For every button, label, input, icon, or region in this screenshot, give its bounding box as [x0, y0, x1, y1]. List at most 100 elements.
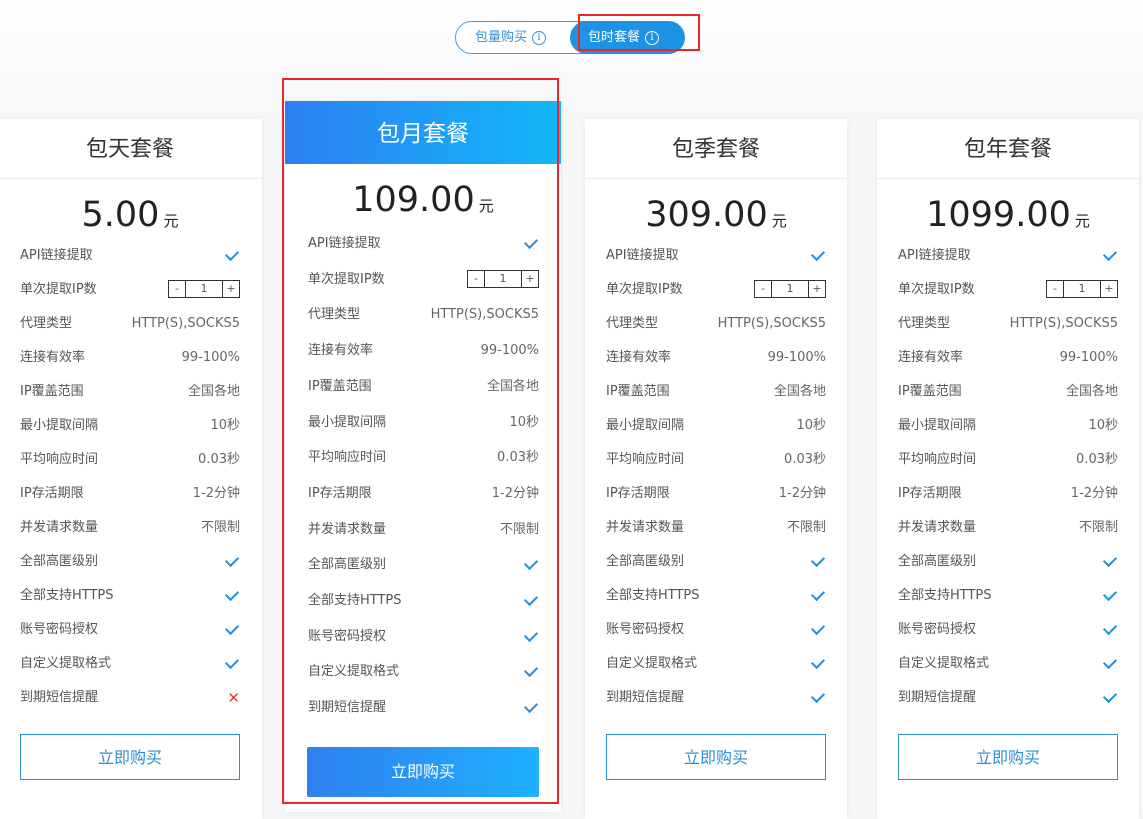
feature-label: 全部高匿级别 — [898, 554, 977, 569]
tab-time-package[interactable]: 包时套餐 i — [570, 21, 685, 54]
feature-row: 最小提取间隔 10秒 — [20, 416, 240, 436]
feature-row: 连接有效率 99-100% — [20, 348, 240, 368]
ip-quantity-stepper[interactable]: -1 + — [1046, 280, 1118, 298]
feature-row: 账号密码授权 — [308, 627, 539, 647]
feature-label: IP存活期限 — [606, 486, 670, 501]
feature-label: 全部支持HTTPS — [308, 593, 402, 608]
feature-label: 账号密码授权 — [898, 622, 977, 637]
feature-label: IP覆盖范围 — [308, 378, 372, 394]
feature-value: 不限制 — [1078, 520, 1118, 535]
feature-label: 全部高匿级别 — [308, 557, 387, 573]
plan-title: 包月套餐 — [285, 101, 561, 164]
feature-row: 平均响应时间 0.03秒 — [606, 450, 826, 470]
feature-row: 单次提取IP数 -1 + — [898, 280, 1118, 300]
feature-label: 连接有效率 — [20, 350, 86, 365]
feature-label: IP存活期限 — [20, 486, 84, 501]
tab-quantity-purchase[interactable]: 包量购买 i — [456, 21, 571, 54]
decrement-button[interactable]: - — [169, 281, 186, 297]
buy-now-button[interactable]: 立即购买 — [606, 734, 826, 780]
check-icon — [224, 586, 240, 602]
check-icon — [523, 663, 539, 678]
buy-now-button[interactable]: 立即购买 — [898, 734, 1118, 780]
feature-row: 并发请求数量 不限制 — [898, 518, 1118, 538]
feature-row: 连接有效率 99-100% — [898, 348, 1118, 368]
check-icon — [1102, 246, 1118, 262]
quantity-value[interactable]: 1 — [1064, 281, 1100, 297]
feature-label: 并发请求数量 — [606, 520, 685, 535]
feature-row: 最小提取间隔 10秒 — [308, 413, 539, 433]
feature-label: 全部支持HTTPS — [20, 588, 114, 603]
feature-label: 并发请求数量 — [898, 520, 977, 535]
feature-row: 全部高匿级别 — [898, 552, 1118, 572]
feature-label: 到期短信提醒 — [20, 690, 99, 705]
info-icon[interactable]: i — [532, 31, 547, 45]
quantity-value[interactable]: 1 — [485, 271, 521, 287]
feature-label: 全部支持HTTPS — [606, 588, 700, 603]
buy-now-button[interactable]: 立即购买 — [20, 734, 240, 780]
price-value: 1099.00 — [926, 195, 1071, 235]
feature-value: 全国各地 — [773, 384, 826, 399]
feature-value: 99-100% — [767, 350, 826, 365]
feature-row: 并发请求数量 不限制 — [308, 520, 539, 540]
feature-label: 最小提取间隔 — [308, 414, 387, 430]
feature-value: 0.03秒 — [1076, 452, 1118, 467]
feature-row: 并发请求数量 不限制 — [606, 518, 826, 538]
ip-quantity-stepper[interactable]: -1 + — [168, 280, 240, 298]
feature-label: 代理类型 — [898, 316, 951, 331]
feature-label: 并发请求数量 — [308, 521, 387, 537]
increment-button[interactable]: + — [521, 270, 538, 287]
plan-card-quarterly: 包季套餐 309.00 元 API链接提取 单次提取IP数 -1 + 代理类型 HTTP(S),… — [585, 119, 847, 819]
feature-row: 自定义提取格式 — [308, 662, 539, 682]
feature-value: 不限制 — [499, 521, 539, 537]
buy-now-button[interactable]: 立即购买 — [307, 747, 539, 797]
feature-label: 全部支持HTTPS — [898, 588, 992, 603]
feature-value: 99-100% — [1059, 350, 1118, 365]
info-icon[interactable]: i — [645, 31, 660, 45]
quantity-value[interactable]: 1 — [186, 281, 222, 297]
feature-label: IP覆盖范围 — [20, 384, 84, 399]
feature-row: 账号密码授权 — [898, 620, 1118, 640]
feature-label: 平均响应时间 — [308, 450, 387, 466]
feature-row: 连接有效率 99-100% — [606, 348, 826, 368]
ip-quantity-stepper[interactable]: -1 + — [754, 280, 826, 298]
feature-row: 代理类型 HTTP(S),SOCKS5 — [20, 314, 240, 334]
feature-value: 99-100% — [181, 350, 240, 365]
feature-row: 单次提取IP数 -1 + — [20, 280, 240, 300]
increment-button[interactable]: + — [808, 281, 825, 297]
price-unit: 元 — [771, 212, 787, 230]
feature-value: 10秒 — [509, 414, 539, 430]
price-display: 5.00 元 — [0, 179, 262, 249]
feature-label: IP存活期限 — [898, 486, 962, 501]
check-icon — [810, 552, 826, 568]
price-display: 1099.00 元 — [877, 179, 1139, 249]
feature-row: API链接提取 — [308, 234, 539, 254]
feature-row: 并发请求数量 不限制 — [20, 518, 240, 538]
quantity-value[interactable]: 1 — [772, 281, 808, 297]
feature-value: HTTP(S),SOCKS5 — [1009, 316, 1118, 331]
feature-label: API链接提取 — [898, 248, 971, 263]
plan-card-daily: 包天套餐 5.00 元 API链接提取 单次提取IP数 -1 + 代理类型 HTTP(S),SO… — [0, 119, 262, 819]
feature-row: 到期短信提醒 — [606, 688, 826, 708]
feature-label: 最小提取间隔 — [606, 418, 685, 433]
feature-value: 0.03秒 — [497, 450, 539, 466]
feature-label: API链接提取 — [20, 248, 93, 263]
decrement-button[interactable]: - — [755, 281, 772, 297]
feature-value: 10秒 — [210, 418, 240, 433]
feature-label: IP覆盖范围 — [606, 384, 670, 399]
feature-value: 1-2分钟 — [778, 486, 826, 501]
feature-label: 连接有效率 — [308, 343, 374, 359]
increment-button[interactable]: + — [1100, 281, 1117, 297]
decrement-button[interactable]: - — [468, 270, 485, 287]
feature-value: 全国各地 — [486, 378, 539, 394]
feature-value: 1-2分钟 — [491, 485, 539, 501]
increment-button[interactable]: + — [222, 281, 239, 297]
feature-row: 自定义提取格式 — [898, 654, 1118, 674]
check-icon — [810, 620, 826, 636]
feature-label: 全部高匿级别 — [606, 554, 685, 569]
tab-quantity-purchase-label: 包量购买 — [475, 30, 528, 45]
decrement-button[interactable]: - — [1047, 281, 1064, 297]
check-icon — [523, 591, 539, 607]
cross-icon: ✕ — [227, 689, 240, 707]
ip-quantity-stepper[interactable]: -1 + — [467, 269, 539, 288]
plan-title: 包年套餐 — [877, 119, 1139, 179]
